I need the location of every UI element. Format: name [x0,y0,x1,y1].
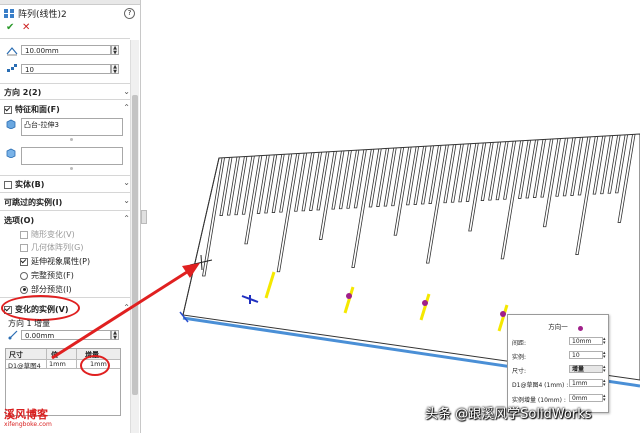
chevron-down-icon[interactable]: ⌄ [123,196,130,205]
column-divider [46,349,47,369]
feature-list-item[interactable]: 凸台-拉伸3 [24,120,59,130]
blog-logo: 溪风博客 [4,408,48,421]
geometry-pattern-label: 几何体阵列(G) [31,243,84,252]
instances-icon [6,64,18,76]
divider [0,210,130,211]
popup-row-stepper[interactable]: ▴ ▾ [603,379,606,388]
options-label: 选项(O) [4,216,35,225]
table-header-dimension[interactable]: 尺寸 [9,350,23,360]
spacing-stepper[interactable]: ▲ ▼ [111,45,119,56]
help-icon[interactable]: ? [124,8,135,19]
linear-pattern-icon [4,9,14,18]
pattern-instance-handle [346,293,352,299]
direction1-increment-text: 方向 1 增量 [8,319,51,328]
features-label: 特征和面(F) [15,105,60,114]
direction-popup[interactable]: 方向一 间距: 10mm ▴ ▾ 实例: 10 ▴ ▾ 尺寸: 增量 ▴ ▾ D1@草图4 (1mm) … [507,314,609,413]
resize-handle[interactable] [70,138,73,141]
skip-instances-label: 可跳过的实例(I) [4,198,63,207]
popup-row-input[interactable]: 1mm [569,379,603,387]
chevron-down-icon[interactable]: ⌄ [123,178,130,187]
face-cube-icon [6,148,16,160]
features-section-header[interactable]: 特征和面(F) [4,104,60,115]
popup-row-label: D1@草图4 (1mm) : [512,382,569,389]
watermark-text: 头条 @跟溪风学SolidWorks [425,407,592,422]
panel-scrollbar[interactable] [130,40,139,433]
features-checkbox[interactable] [4,105,12,114]
popup-row-input[interactable]: 10 [569,351,603,359]
propagate-visual-checkbox[interactable] [20,257,28,266]
pattern-instance-handle [422,300,428,306]
popup-drag-handle[interactable] [578,326,583,331]
divider [0,175,130,176]
chevron-up-icon[interactable]: ⌃ [123,103,130,112]
full-preview-radio[interactable] [20,271,28,280]
property-manager-panel: 阵列(线性)2 ? ✔ ✕ 10.00mm ▲ ▼ 10 ▲ ▼ 方向 2(2) ⌄… [0,0,141,433]
chevron-up-icon[interactable]: ⌃ [123,303,130,312]
table-cell-value[interactable]: 1mm [49,360,66,368]
increment-highlight-circle [80,355,110,376]
features-selection-box[interactable]: 凸台-拉伸3 [21,118,123,136]
bodies-label: 实体(B) [15,180,45,189]
popup-row-label: 尺寸: [512,368,527,375]
partial-preview-radio[interactable] [20,285,28,294]
increment-icon [8,330,18,342]
table-cell-dimension[interactable]: D1@草图4 [8,360,41,370]
column-divider [76,349,77,369]
divider [0,83,130,84]
divider [0,99,130,100]
geometry-pattern-checkbox[interactable] [20,243,28,252]
popup-row-input[interactable]: 0mm [569,394,603,402]
popup-row-stepper[interactable]: ▴ ▾ [603,351,606,360]
cancel-button[interactable]: ✕ [22,22,30,33]
popup-row-label: 实例: [512,354,527,361]
pattern-instance-handle [500,311,506,317]
popup-row-input[interactable]: 10mm [569,337,603,345]
skip-instances-header[interactable]: 可跳过的实例(I) [4,197,62,208]
geometry-pattern-option[interactable]: 几何体阵列(G) [20,242,83,253]
feature-title-row: 阵列(线性)2 [4,7,67,20]
chevron-down-icon[interactable]: ⌄ [123,87,130,96]
partial-preview-label: 部分预览(I) [31,285,72,294]
instances-stepper[interactable]: ▲ ▼ [111,64,119,75]
faces-selection-box[interactable] [21,147,123,165]
bodies-section-header[interactable]: 实体(B) [4,179,44,190]
popup-row-stepper[interactable]: ▴ ▾ [603,394,606,403]
popup-row-stepper[interactable]: ▴ ▾ [603,337,606,346]
divider [0,38,130,39]
vary-sketch-label: 随形变化(V) [31,230,75,239]
increment-input[interactable]: 0.00mm [21,330,111,340]
ok-button[interactable]: ✔ [6,22,14,33]
bodies-checkbox[interactable] [4,180,12,189]
vary-sketch-option[interactable]: 随形变化(V) [20,229,75,240]
scrollbar-thumb[interactable] [132,95,138,395]
vary-sketch-checkbox[interactable] [20,230,28,239]
top-tab-strip [0,0,140,5]
full-preview-option[interactable]: 完整预览(F) [20,270,74,281]
chevron-up-icon[interactable]: ⌃ [123,214,130,223]
increment-stepper[interactable]: ▲ ▼ [111,330,119,341]
popup-title: 方向一 [548,323,568,331]
direction2-label: 方向 2(2) [4,88,42,97]
resize-handle[interactable] [70,167,73,170]
feature-cube-icon [6,119,16,131]
table-header-value[interactable]: 值 [51,350,58,360]
divider [0,192,130,193]
direction1-increment-label: 方向 1 增量 [8,318,50,329]
popup-size-select[interactable]: 增量 [569,365,603,373]
instances-input[interactable]: 10 [21,64,111,74]
spacing-input[interactable]: 10.00mm [21,45,111,55]
popup-row-label: 间距: [512,340,527,347]
propagate-visual-option[interactable]: 延伸视象属性(P) [20,256,90,267]
partial-preview-option[interactable]: 部分预览(I) [20,284,72,295]
direction2-section-header[interactable]: 方向 2(2) [4,87,41,98]
full-preview-label: 完整预览(F) [31,271,74,280]
page-title: 阵列(线性)2 [18,10,67,20]
options-section-header[interactable]: 选项(O) [4,215,34,226]
blog-url: xifengboke.com [4,421,52,428]
popup-row-stepper[interactable]: ▴ ▾ [603,365,606,374]
spacing-icon [6,46,18,58]
propagate-visual-label: 延伸视象属性(P) [31,257,91,266]
